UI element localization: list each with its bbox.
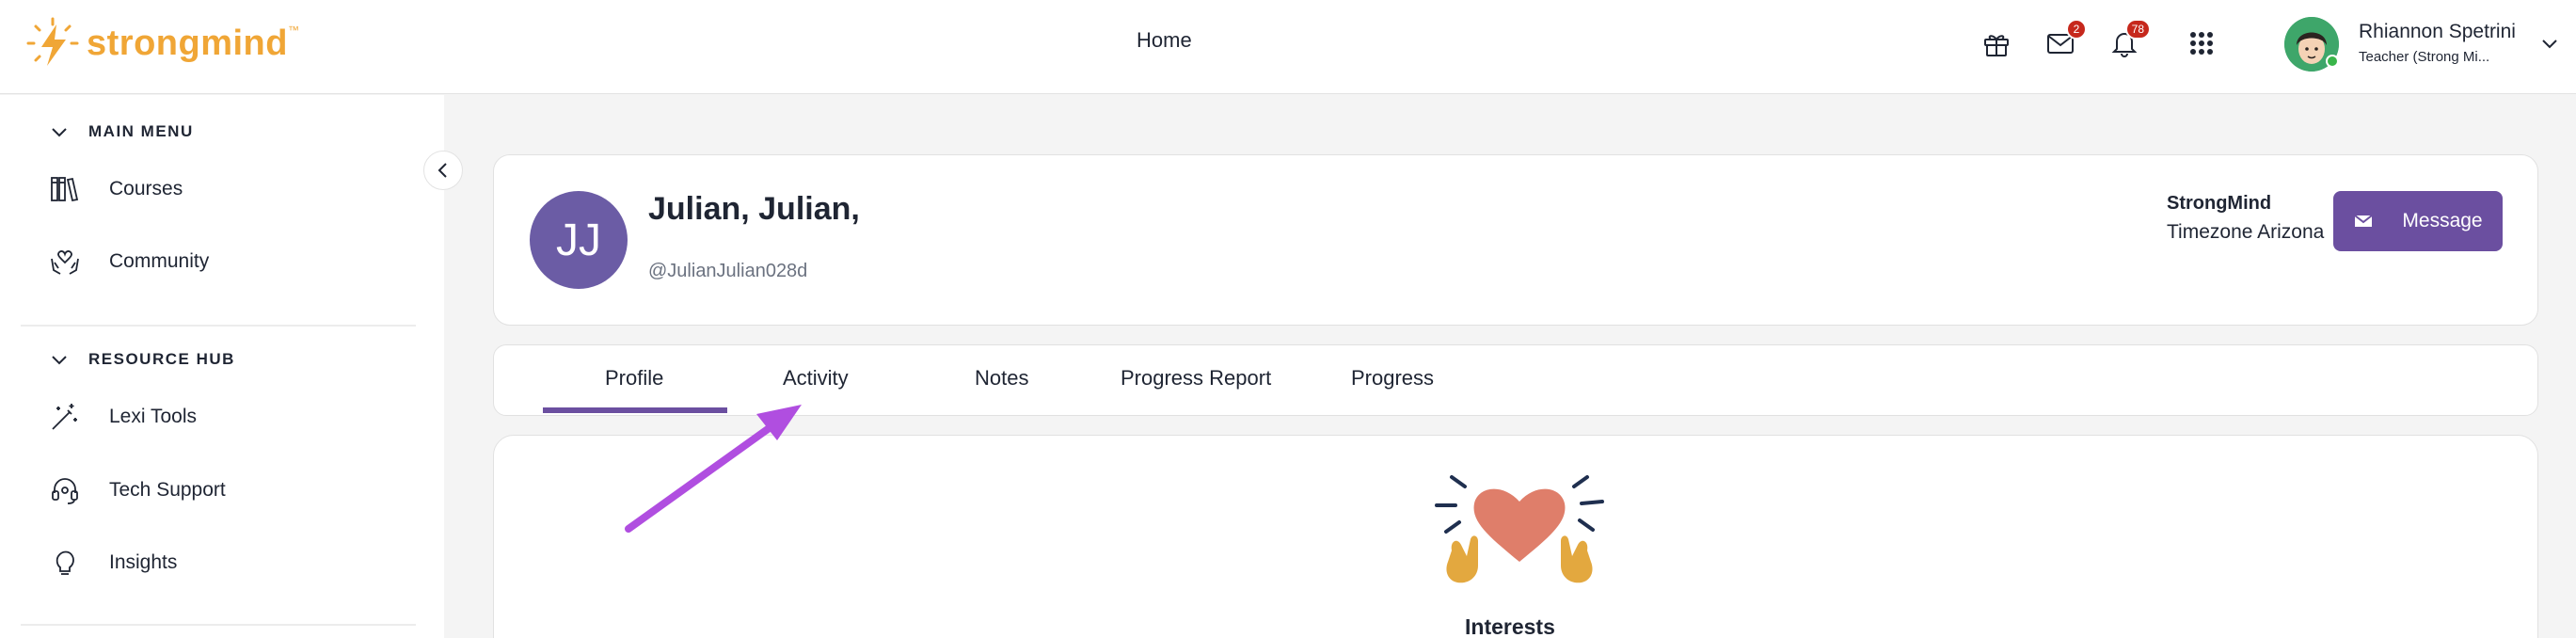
headset-icon [52, 478, 78, 504]
home-link[interactable]: Home [1137, 28, 1192, 53]
tab-profile[interactable]: Profile [605, 366, 663, 391]
organization-name: StrongMind [2167, 193, 2272, 214]
chevron-left-icon [437, 163, 447, 178]
sidebar: MAIN MENU Courses Community RESOURCE HUB… [0, 95, 444, 638]
logo-wordmark: strongmind [87, 23, 288, 63]
user-role: Teacher (Strong Mi... [2359, 49, 2490, 65]
strongmind-logo[interactable]: strongmind ™ [24, 15, 299, 72]
message-button-label: Message [2402, 210, 2483, 231]
sidebar-item-insights[interactable]: Insights [49, 544, 177, 582]
top-bar: strongmind ™ Home 2 78 Rhiannon Spetrini… [0, 0, 2576, 94]
chevron-down-icon [52, 356, 67, 365]
magic-wand-icon [52, 404, 77, 430]
sidebar-divider [21, 325, 416, 327]
active-tab-indicator [543, 407, 727, 413]
resource-hub-label: RESOURCE HUB [88, 350, 235, 368]
books-icon [51, 177, 79, 202]
mail-icon[interactable]: 2 [2043, 19, 2087, 60]
sidebar-item-label: Community [109, 250, 210, 272]
collapse-sidebar-button[interactable] [423, 151, 463, 190]
profile-card: JJ Julian, Julian, @JulianJulian028d Str… [493, 154, 2538, 326]
tab-progress[interactable]: Progress [1351, 366, 1434, 391]
tab-notes[interactable]: Notes [975, 366, 1028, 391]
chevron-down-icon [52, 128, 67, 137]
sidebar-item-lexi-tools[interactable]: Lexi Tools [49, 398, 197, 436]
apps-grid-icon[interactable] [2185, 26, 2218, 60]
resource-hub-toggle[interactable]: RESOURCE HUB [49, 349, 235, 370]
main-menu-toggle[interactable]: MAIN MENU [49, 121, 194, 142]
notification-count-badge: 78 [2124, 19, 2151, 40]
sidebar-item-community[interactable]: Community [49, 243, 209, 280]
lightbulb-icon [56, 550, 74, 575]
sidebar-item-courses[interactable]: Courses [49, 170, 183, 208]
message-button[interactable]: Message [2333, 191, 2503, 251]
interests-title: Interests [1465, 614, 1555, 638]
sidebar-item-label: Courses [109, 178, 183, 199]
user-name[interactable]: Rhiannon Spetrini [2359, 21, 2516, 43]
student-name: Julian, Julian, [648, 191, 860, 227]
main-menu-label: MAIN MENU [88, 122, 194, 140]
heart-hands-illustration [1435, 475, 1604, 583]
mail-count-badge: 2 [2066, 19, 2087, 40]
heart-hands-icon [51, 250, 79, 275]
gift-icon[interactable] [1980, 26, 2013, 60]
bolt-logo-icon [26, 17, 79, 66]
online-status-dot [2326, 55, 2339, 68]
sidebar-item-label: Tech Support [109, 479, 226, 501]
user-menu-chevron-down-icon[interactable] [2538, 32, 2561, 55]
sidebar-item-label: Insights [109, 551, 178, 573]
logo-trademark: ™ [287, 24, 299, 37]
bell-icon[interactable]: 78 [2107, 19, 2151, 60]
interests-card: Interests [493, 435, 2538, 638]
sidebar-item-label: Lexi Tools [109, 406, 198, 427]
sidebar-item-tech-support[interactable]: Tech Support [49, 471, 226, 509]
tab-activity[interactable]: Activity [783, 366, 849, 391]
student-handle: @JulianJulian028d [648, 261, 808, 281]
sidebar-divider [21, 624, 416, 626]
student-avatar-initials: JJ [530, 191, 628, 289]
timezone-label: Timezone Arizona [2167, 221, 2325, 243]
envelope-icon [2354, 215, 2374, 227]
profile-tabs: Profile Activity Notes Progress Report P… [493, 344, 2538, 416]
tab-progress-report[interactable]: Progress Report [1121, 366, 1271, 391]
